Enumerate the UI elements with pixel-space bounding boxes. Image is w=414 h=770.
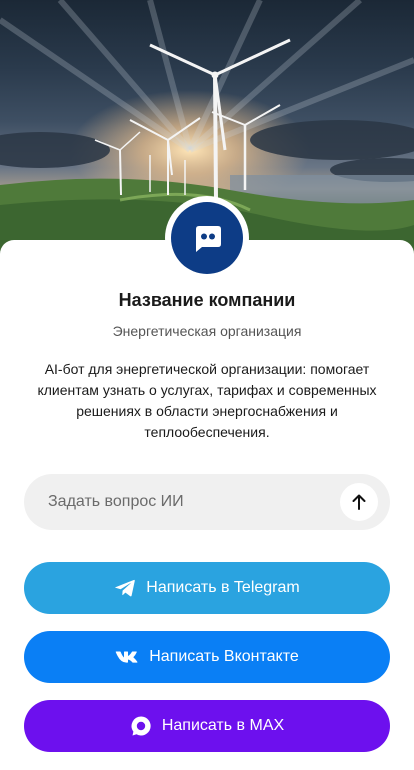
company-type: Энергетическая организация xyxy=(112,323,302,339)
telegram-icon xyxy=(114,578,136,598)
vk-button[interactable]: Написать Вконтакте xyxy=(24,631,390,683)
vk-button-label: Написать Вконтакте xyxy=(149,648,299,665)
bot-logo xyxy=(171,202,243,274)
arrow-up-icon xyxy=(352,494,366,510)
send-button[interactable] xyxy=(340,483,378,521)
ask-ai-input[interactable] xyxy=(24,474,340,530)
ask-ai-field[interactable] xyxy=(24,474,390,530)
chat-bot-icon xyxy=(196,226,221,252)
vk-icon xyxy=(115,650,139,664)
max-icon xyxy=(130,715,152,737)
max-button[interactable]: Написать в MAX xyxy=(24,700,390,752)
company-description: AI-бот для энергетической организации: п… xyxy=(37,361,377,440)
telegram-button[interactable]: Написать в Telegram xyxy=(24,562,390,614)
avatar xyxy=(165,196,249,280)
telegram-button-label: Написать в Telegram xyxy=(146,579,300,596)
max-button-label: Написать в MAX xyxy=(161,717,285,734)
company-name: Название компании xyxy=(118,290,296,310)
